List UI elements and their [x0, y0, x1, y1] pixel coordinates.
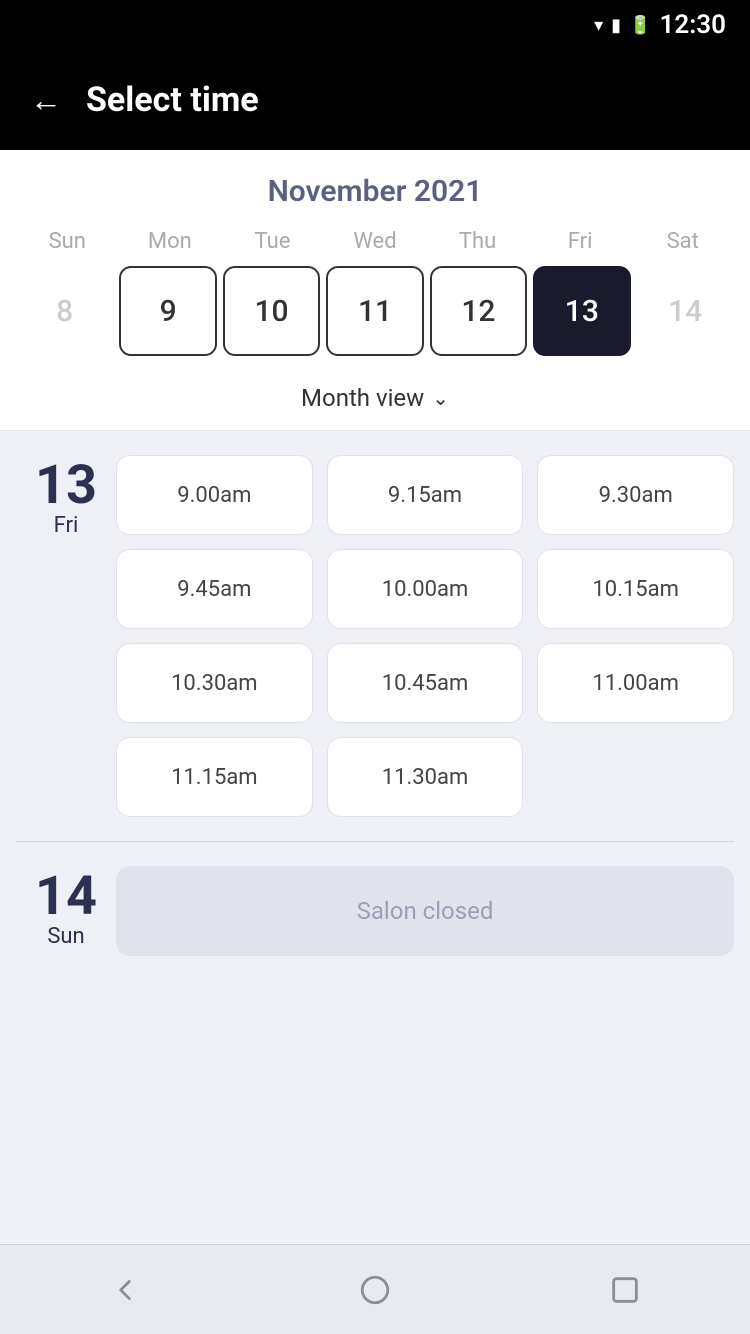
weekday-sun: Sun: [16, 229, 119, 254]
time-slot-1015[interactable]: 10.15am: [537, 549, 734, 629]
chevron-down-icon: ⌄: [432, 386, 449, 410]
day-number-13: 13: [35, 459, 97, 513]
weekday-thu: Thu: [426, 229, 529, 254]
time-slot-1100[interactable]: 11.00am: [537, 643, 734, 723]
time-slot-900[interactable]: 9.00am: [116, 455, 313, 535]
back-nav-icon[interactable]: [103, 1268, 147, 1312]
nav-bar: [0, 1244, 750, 1334]
month-view-label: Month view: [301, 384, 424, 412]
month-title: November 2021: [16, 174, 734, 209]
day-cell-8: 8: [16, 266, 113, 356]
status-bar: ▾ ▮ 🔋 12:30: [0, 0, 750, 50]
day-cell-9[interactable]: 9: [119, 266, 216, 356]
slots-grid-13: 9.00am 9.15am 9.30am 9.45am 10.00am 10.1…: [116, 455, 734, 817]
weekday-fri: Fri: [529, 229, 632, 254]
day-block-13: 13 Fri 9.00am 9.15am 9.30am 9.45am 10.00…: [16, 431, 734, 841]
page-title: Select time: [86, 80, 259, 120]
status-time: 12:30: [660, 10, 727, 40]
time-slot-915[interactable]: 9.15am: [327, 455, 524, 535]
day-slots-inner-14: 14 Sun Salon closed: [16, 866, 734, 956]
back-triangle-icon: [108, 1273, 142, 1307]
day-cell-10[interactable]: 10: [223, 266, 320, 356]
weekday-sat: Sat: [631, 229, 734, 254]
time-slot-1030[interactable]: 10.30am: [116, 643, 313, 723]
day-block-14: 14 Sun Salon closed: [16, 841, 734, 980]
home-nav-icon[interactable]: [353, 1268, 397, 1312]
slots-section: 13 Fri 9.00am 9.15am 9.30am 9.45am 10.00…: [0, 431, 750, 1244]
top-bar: ← Select time: [0, 50, 750, 150]
time-slot-1045[interactable]: 10.45am: [327, 643, 524, 723]
weekday-wed: Wed: [324, 229, 427, 254]
day-cell-11[interactable]: 11: [326, 266, 423, 356]
wifi-icon: ▾: [594, 15, 603, 36]
day-cell-13[interactable]: 13: [533, 266, 630, 356]
time-slot-945[interactable]: 9.45am: [116, 549, 313, 629]
salon-closed-block: Salon closed: [116, 866, 734, 956]
salon-closed-label: Salon closed: [357, 897, 494, 925]
day-label-col-14: 14 Sun: [16, 866, 116, 949]
weekday-tue: Tue: [221, 229, 324, 254]
day-slots-inner-13: 13 Fri 9.00am 9.15am 9.30am 9.45am 10.00…: [16, 455, 734, 817]
day-number-14: 14: [35, 870, 97, 924]
status-icons: ▾ ▮ 🔋 12:30: [594, 10, 726, 40]
day-cell-12[interactable]: 12: [430, 266, 527, 356]
back-button[interactable]: ←: [30, 84, 62, 116]
recent-square-icon: [608, 1273, 642, 1307]
time-slot-1115[interactable]: 11.15am: [116, 737, 313, 817]
time-slot-1000[interactable]: 10.00am: [327, 549, 524, 629]
home-circle-icon: [358, 1273, 392, 1307]
recent-nav-icon[interactable]: [603, 1268, 647, 1312]
weekday-mon: Mon: [119, 229, 222, 254]
day-cell-14: 14: [637, 266, 734, 356]
days-row: 8 9 10 11 12 13 14: [16, 266, 734, 356]
time-slot-930[interactable]: 9.30am: [537, 455, 734, 535]
day-name-14: Sun: [47, 924, 84, 949]
weekday-row: Sun Mon Tue Wed Thu Fri Sat: [16, 229, 734, 254]
day-label-col-13: 13 Fri: [16, 455, 116, 538]
signal-icon: ▮: [611, 15, 621, 36]
calendar-section: November 2021 Sun Mon Tue Wed Thu Fri Sa…: [0, 150, 750, 374]
day-name-13: Fri: [54, 513, 79, 538]
month-view-toggle[interactable]: Month view ⌄: [0, 374, 750, 431]
battery-icon: 🔋: [629, 15, 651, 36]
time-slot-1130[interactable]: 11.30am: [327, 737, 524, 817]
